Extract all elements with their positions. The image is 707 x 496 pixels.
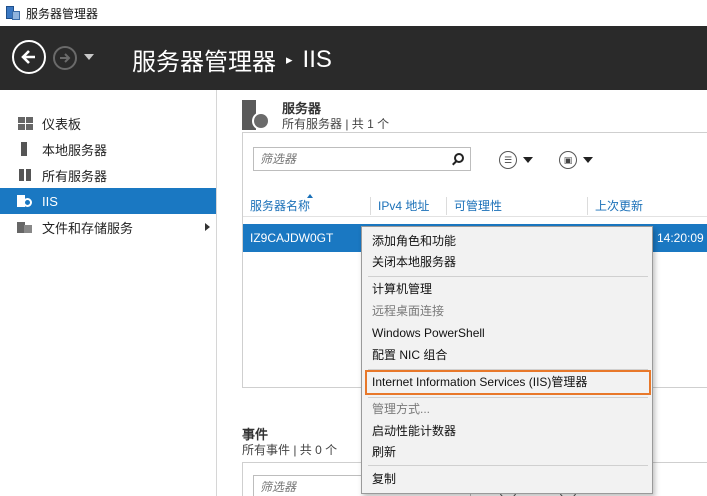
sidebar-item-local-server[interactable]: 本地服务器 (0, 136, 216, 162)
sort-ascending-icon (307, 194, 313, 198)
server-manager-app-icon (6, 6, 20, 20)
menu-item-remote-desktop: 远程桌面连接 (372, 304, 445, 318)
breadcrumb-root[interactable]: 服务器管理器 (132, 42, 276, 77)
menu-separator (368, 397, 648, 398)
history-dropdown-icon[interactable] (84, 54, 94, 60)
list-options-icon: ☰ (499, 151, 517, 169)
all-servers-icon (17, 168, 33, 182)
menu-item-copy[interactable]: 复制 (372, 470, 396, 488)
sidebar-item-iis[interactable]: IIS (0, 188, 216, 214)
context-menu: 添加角色和功能 关闭本地服务器 计算机管理 远程桌面连接 Windows Pow… (361, 226, 653, 494)
title-bar: 服务器管理器 (0, 0, 707, 26)
back-arrow-icon (21, 50, 35, 64)
servers-section-icon (242, 100, 272, 130)
local-server-icon (17, 142, 33, 156)
breadcrumb-separator-icon: ▸ (286, 51, 293, 67)
menu-separator (368, 276, 648, 277)
forward-arrow-icon (60, 53, 71, 63)
sidebar-item-label: 所有服务器 (42, 168, 108, 184)
column-label: IPv4 地址 (378, 199, 430, 213)
sidebar-item-label: 本地服务器 (42, 142, 108, 158)
menu-item-refresh[interactable]: 刷新 (372, 443, 396, 461)
search-icon[interactable] (454, 153, 464, 163)
column-manageability[interactable]: 可管理性 (446, 197, 502, 215)
menu-item-start-performance-counters[interactable]: 启动性能计数器 (372, 422, 456, 440)
column-label: 可管理性 (454, 199, 503, 213)
column-label: 服务器名称 (250, 199, 311, 213)
column-last-update[interactable]: 上次更新 (587, 197, 643, 215)
menu-item-iis-manager[interactable]: Internet Information Services (IIS)管理器 (372, 373, 587, 391)
list-options-button[interactable]: ☰ (499, 151, 533, 169)
save-icon: ▣ (559, 151, 577, 169)
back-button[interactable] (12, 40, 46, 74)
last-update-cell: 14:20:09 (657, 231, 704, 245)
menu-item-shutdown-local-server[interactable]: 关闭本地服务器 (372, 253, 456, 271)
servers-filter-input[interactable] (260, 152, 440, 166)
menu-item-powershell[interactable]: Windows PowerShell (372, 324, 485, 342)
sidebar: 仪表板 本地服务器 所有服务器 IIS 文件和存储服务 (0, 90, 217, 496)
column-ipv4[interactable]: IPv4 地址 (370, 197, 429, 215)
servers-table-header: 服务器名称 IPv4 地址 可管理性 上次更新 (243, 193, 707, 217)
sidebar-item-dashboard[interactable]: 仪表板 (0, 110, 216, 136)
file-storage-icon (17, 220, 33, 234)
events-subtitle: 所有事件 | 共 0 个 (242, 443, 338, 457)
window-title: 服务器管理器 (26, 6, 99, 21)
menu-item-nic-teaming[interactable]: 配置 NIC 组合 (372, 346, 447, 364)
menu-separator (368, 465, 648, 466)
sidebar-item-all-servers[interactable]: 所有服务器 (0, 162, 216, 188)
dashboard-icon (17, 116, 33, 130)
iis-icon (17, 194, 33, 208)
header-bar: 服务器管理器 ▸ IIS (0, 26, 707, 90)
chevron-down-icon (583, 157, 593, 163)
server-name-cell: IZ9CAJDW0GT (250, 231, 334, 245)
menu-item-add-roles[interactable]: 添加角色和功能 (372, 232, 456, 250)
menu-item-manage-as: 管理方式... (372, 402, 431, 416)
sidebar-item-label: 仪表板 (42, 116, 82, 132)
breadcrumb: 服务器管理器 ▸ IIS (132, 42, 332, 77)
servers-subtitle: 所有服务器 | 共 1 个 (282, 117, 390, 131)
sidebar-item-label: 文件和存储服务 (42, 220, 134, 236)
chevron-down-icon (523, 157, 533, 163)
save-query-button[interactable]: ▣ (559, 151, 593, 169)
expand-arrow-icon[interactable] (205, 223, 210, 231)
sidebar-item-file-storage[interactable]: 文件和存储服务 (0, 214, 216, 240)
column-label: 上次更新 (595, 199, 644, 213)
menu-item-computer-management[interactable]: 计算机管理 (372, 280, 432, 298)
servers-filter[interactable] (253, 147, 471, 171)
breadcrumb-current: IIS (302, 45, 332, 73)
column-server-name[interactable]: 服务器名称 (243, 194, 313, 215)
sidebar-item-label: IIS (42, 193, 58, 209)
forward-button[interactable] (53, 46, 77, 70)
